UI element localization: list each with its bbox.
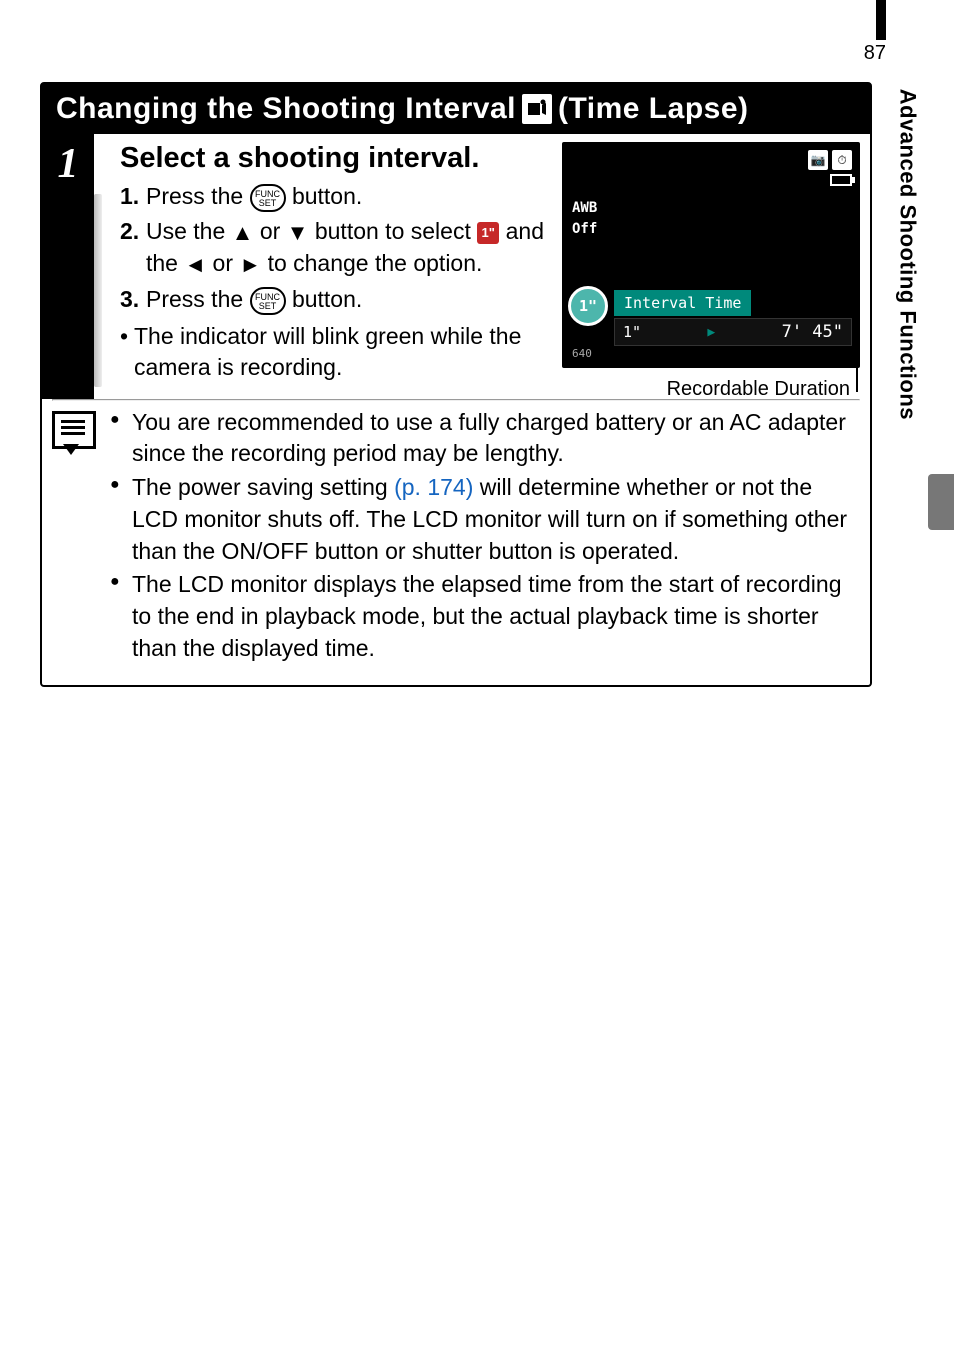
timelapse-mode-icon-lcd: ⏱ [832,150,852,170]
camera-lcd-preview: 📷 ⏱ AWB Off 1" Interval Time 1" ▶ 7' 45"… [562,142,860,368]
resolution-indicator: 640 [572,347,592,360]
func-label-bottom-2: SET [259,302,277,311]
interval-value-bar: 1" ▶ 7' 45" [614,318,852,346]
interval-seconds-icon: 1" [477,222,499,244]
page-marker [876,0,886,40]
battery-icon [830,174,852,186]
section-side-label: Advanced Shooting Functions [894,89,920,420]
interval-value: 1" [623,323,641,341]
page-number: 87 [864,42,886,65]
note-icon [52,411,96,449]
substep-2-text-f: to change the option. [268,250,483,276]
right-arrow-icon: ► [239,250,261,280]
section-title-bar: Changing the Shooting Interval (Time Lap… [42,84,870,134]
func-set-button-icon: FUNC SET [250,184,286,212]
up-arrow-icon: ▲ [232,218,254,248]
section-title-left: Changing the Shooting Interval [56,92,516,126]
step-number: 1 [42,134,94,399]
interval-time-label: Interval Time [614,290,751,316]
awb-indicator: AWB [572,198,597,219]
step-1: 1 Select a shooting interval. 1. Press t… [42,134,870,399]
note-2-text-a: The power saving setting [132,474,394,500]
content-frame: Changing the Shooting Interval (Time Lap… [40,82,872,687]
substep-2-text-c: button to select [315,218,477,244]
substep-3-text-b: button. [292,286,362,312]
section-tab [928,474,954,530]
substep-3-num: 3. [120,284,146,315]
lcd-left-column: AWB Off [572,198,597,240]
substep-3: 3. Press the FUNC SET button. [120,284,550,315]
substep-1-num: 1. [120,181,146,212]
substep-1-text-b: button. [292,183,362,209]
substep-2-num: 2. [120,216,146,280]
substep-2-text-a: Use the [146,218,232,244]
callout-line [856,366,858,392]
recordable-duration-value: 7' 45" [782,322,843,342]
recordable-duration-label: Recordable Duration [667,378,850,401]
step-heading: Select a shooting interval. [120,142,550,175]
section-title-right: (Time Lapse) [558,92,749,126]
orientation-icon: 📷 [808,150,828,170]
down-arrow-icon: ▼ [287,218,309,248]
interval-adjust-arrow-icon: ▶ [707,325,715,340]
func-label-bottom: SET [259,199,277,208]
substep-2-text-b: or [260,218,287,244]
flash-off-indicator: Off [572,219,597,240]
substep-1: 1. Press the FUNC SET button. [120,181,550,212]
timelapse-mode-icon [522,94,552,124]
step-body: Select a shooting interval. 1. Press the… [94,134,870,399]
notes-block: You are recommended to use a fully charg… [42,401,870,685]
indicator-note: The indicator will blink green while the… [120,321,550,383]
left-arrow-icon: ◄ [184,250,206,280]
note-1: You are recommended to use a fully charg… [110,407,858,470]
substep-2: 2. Use the ▲ or ▼ button to select 1" an… [120,216,550,280]
page-ref-link[interactable]: (p. 174) [394,474,473,500]
substep-3-text-a: Press the [146,286,250,312]
func-set-button-icon-2: FUNC SET [250,287,286,315]
substep-2-text-e: or [213,250,240,276]
substep-1-text-a: Press the [146,183,250,209]
note-3: The LCD monitor displays the elapsed tim… [110,569,858,664]
note-2: The power saving setting (p. 174) will d… [110,472,858,567]
interval-highlight-circle: 1" [568,286,608,326]
